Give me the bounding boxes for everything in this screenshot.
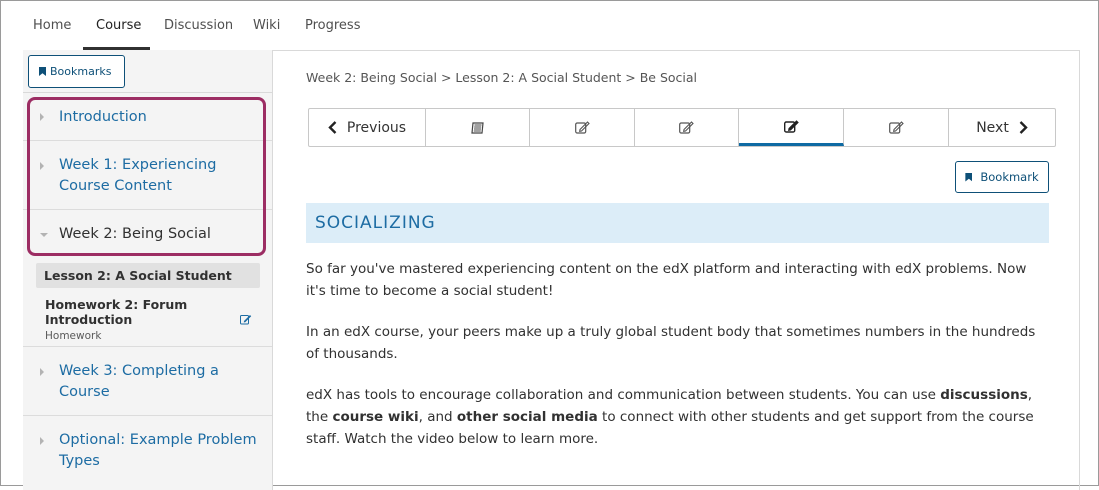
edit-icon <box>783 119 799 133</box>
text-bold: discussions <box>940 387 1028 403</box>
text: edX has tools to encourage collaboration… <box>306 387 941 403</box>
section-optional[interactable]: Optional: Example Problem Types <box>23 416 272 490</box>
edit-icon <box>574 121 590 134</box>
caret-down-icon <box>40 233 48 237</box>
subsection-type: Homework <box>45 330 102 342</box>
paragraph-2: In an edX course, your peers make up a t… <box>306 324 1036 362</box>
unit-tab-3[interactable] <box>635 109 739 146</box>
bookmark-icon <box>39 67 46 76</box>
next-label: Next <box>976 119 1009 136</box>
text-bold: course wiki <box>332 409 419 425</box>
section-introduction[interactable]: Introduction <box>23 93 272 141</box>
edit-icon <box>888 121 904 134</box>
section-week-3[interactable]: Week 3: Completing a Course <box>23 347 272 416</box>
book-icon <box>470 121 484 134</box>
edit-icon <box>240 315 252 325</box>
text: , and <box>418 409 457 425</box>
unit-tab-1[interactable] <box>426 109 530 146</box>
tab-progress[interactable]: Progress <box>305 18 360 33</box>
caret-right-icon <box>40 437 44 445</box>
unit-tab-2[interactable] <box>530 109 635 146</box>
section-week-1[interactable]: Week 1: Experiencing Course Content <box>23 141 272 210</box>
paragraph-3: edX has tools to encourage collaboration… <box>306 384 1046 450</box>
bookmark-icon <box>965 172 973 182</box>
course-tabs: Home Course Discussion Wiki Progress <box>1 1 1098 51</box>
tab-home[interactable]: Home <box>33 18 71 33</box>
edit-icon <box>679 121 694 134</box>
tab-course[interactable]: Course <box>96 18 141 33</box>
tab-wiki[interactable]: Wiki <box>253 18 280 33</box>
subsection-lesson-2[interactable]: Lesson 2: A Social Student <box>36 263 260 288</box>
next-button[interactable]: Next <box>949 109 1055 146</box>
tab-discussion[interactable]: Discussion <box>164 18 233 33</box>
previous-button[interactable]: Previous <box>309 109 426 146</box>
bookmarks-label: Bookmarks <box>50 65 112 78</box>
paragraph-1: So far you've mastered experiencing cont… <box>306 261 1027 299</box>
chevron-left-icon <box>328 121 337 134</box>
unit-title: SOCIALIZING <box>306 203 1049 243</box>
sequence-navigation: Previous Next <box>308 108 1056 147</box>
unit-tab-5[interactable] <box>844 109 949 146</box>
unit-tab-4[interactable] <box>739 109 844 146</box>
caret-right-icon <box>40 113 44 121</box>
breadcrumb: Week 2: Being Social > Lesson 2: A Socia… <box>306 70 698 85</box>
caret-right-icon <box>40 368 44 376</box>
subsection-title: Homework 2: Forum Introduction <box>45 297 188 327</box>
bookmarks-button[interactable]: Bookmarks <box>28 55 125 88</box>
subsection-homework-2[interactable]: Homework 2: Forum Introduction Homework <box>45 297 255 342</box>
section-label: Week 1: Experiencing Course Content <box>59 157 217 194</box>
section-label: Introduction <box>59 109 147 125</box>
chevron-right-icon <box>1019 121 1028 134</box>
caret-right-icon <box>40 162 44 170</box>
section-label: Week 3: Completing a Course <box>59 363 219 400</box>
section-label: Optional: Example Problem Types <box>59 432 257 469</box>
bookmark-label: Bookmark <box>980 170 1039 184</box>
section-label: Week 2: Being Social <box>59 226 211 242</box>
previous-label: Previous <box>346 119 407 136</box>
text-bold: other social media <box>456 409 598 425</box>
bookmark-button[interactable]: Bookmark <box>955 161 1049 193</box>
